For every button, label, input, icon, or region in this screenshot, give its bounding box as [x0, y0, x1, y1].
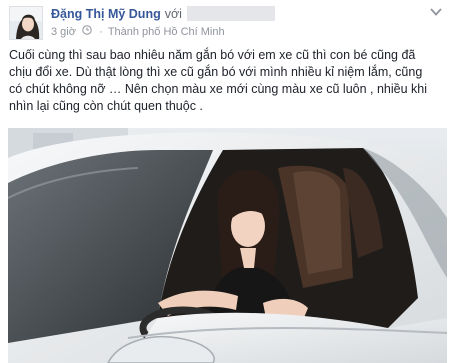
- caption-line: nhìn lại cũng còn chút quen thuộc .: [9, 99, 203, 113]
- clock-icon: [82, 25, 92, 35]
- post-header-line: Đặng Thị Mỹ Dung với: [51, 6, 275, 21]
- author-name-link[interactable]: Đặng Thị Mỹ Dung: [51, 7, 161, 21]
- tagged-friend-redacted: [186, 6, 275, 21]
- post-caption: Cuối cùng thì sau bao nhiêu năm gắn bó v…: [9, 47, 447, 115]
- caption-line: Cuối cùng thì sau bao nhiêu năm gắn bó v…: [9, 48, 416, 62]
- post-time-link[interactable]: 3 giờ: [51, 26, 76, 38]
- post-photo[interactable]: [8, 128, 447, 363]
- location-link[interactable]: Thành phố Hồ Chí Minh: [108, 26, 225, 38]
- chevron-down-icon[interactable]: [430, 8, 442, 16]
- caption-line: có chút không nỡ … Nên chọn màu xe mới c…: [9, 82, 428, 96]
- facebook-post: Đặng Thị Mỹ Dung với 3 giờ · Thành phố Hồ…: [0, 0, 454, 363]
- meta-separator: ·: [99, 26, 103, 39]
- post-meta: 3 giờ · Thành phố Hồ Chí Minh: [51, 25, 225, 38]
- author-avatar[interactable]: [9, 6, 43, 40]
- with-label: với: [164, 7, 182, 21]
- caption-line: chịu đổi xe. Dù thật lòng thì xe cũ gắn …: [9, 65, 423, 79]
